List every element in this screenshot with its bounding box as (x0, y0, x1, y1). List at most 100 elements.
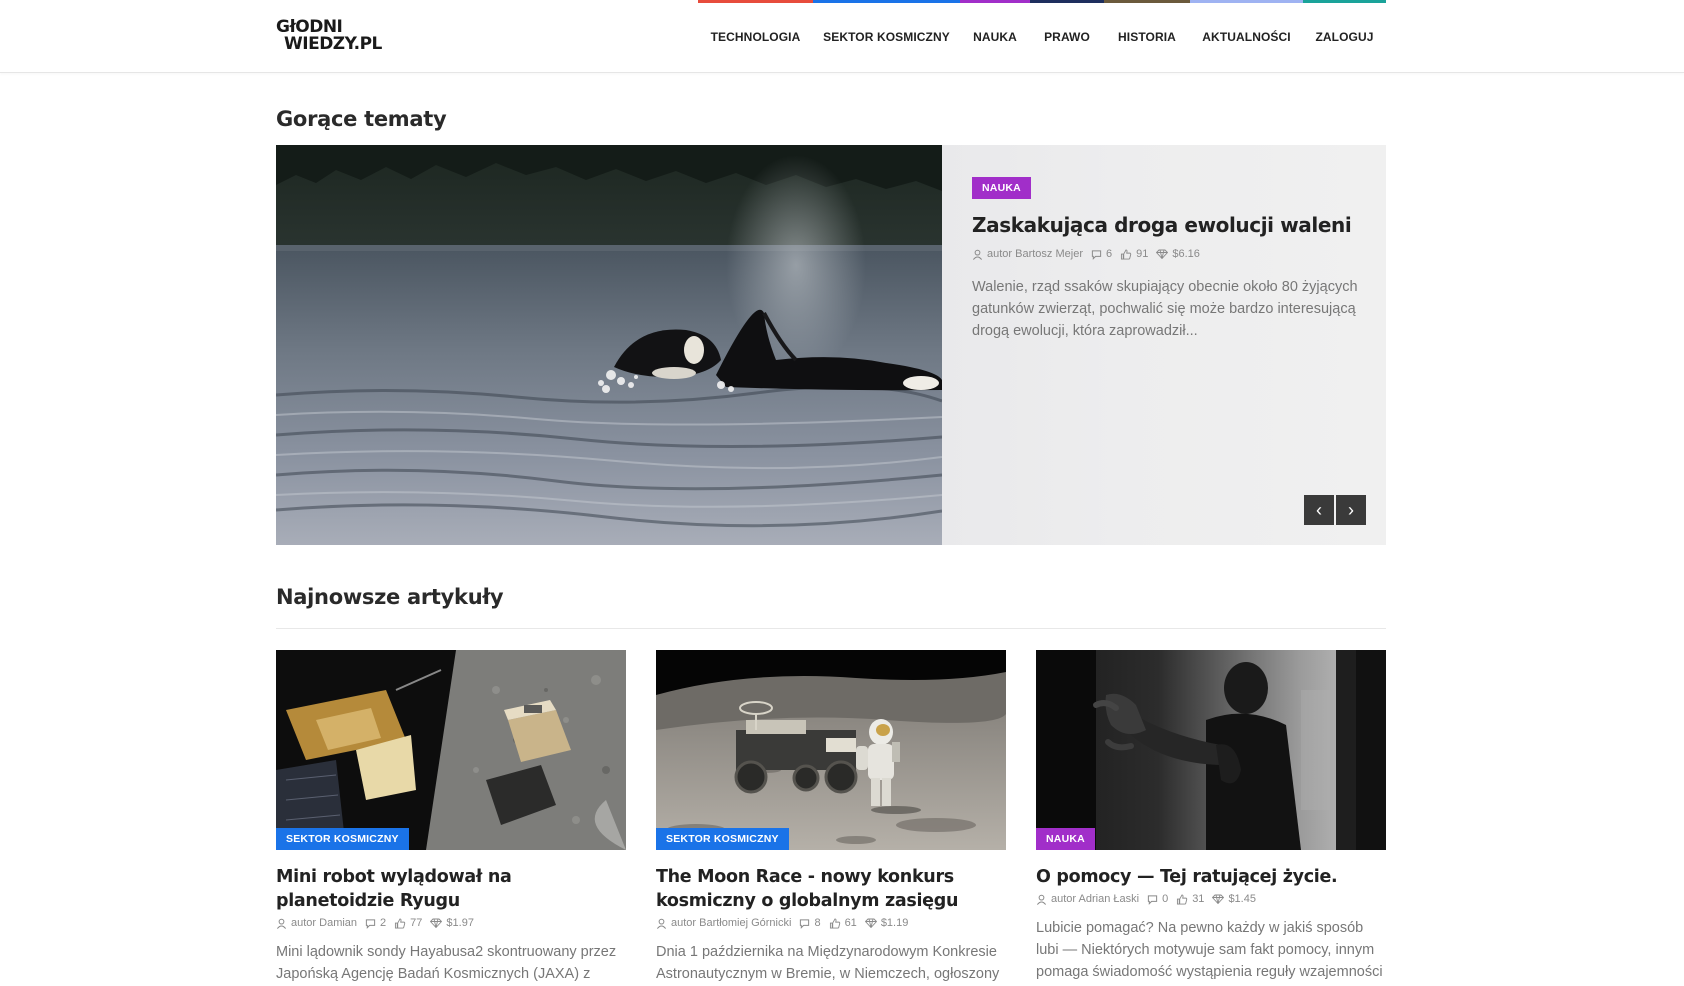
logo-tld: .PL (353, 34, 383, 54)
article-excerpt: Lubicie pomagać? Na pewno każdy w jakiś … (1036, 920, 1383, 980)
nav-item-label: ZALOGUJ (1315, 29, 1374, 44)
nav-item-prawo[interactable]: PRAWO (1030, 0, 1104, 73)
comment-icon (800, 918, 810, 929)
payout-value: $1.45 (1228, 893, 1256, 905)
nav-item-zaloguj[interactable]: ZALOGUJ (1303, 0, 1386, 73)
article-title[interactable]: O pomocy — Tej ratującej życie. (1036, 865, 1386, 889)
comment-count: 0 (1162, 893, 1169, 905)
diamond-icon (864, 918, 877, 928)
slider-prev-button[interactable]: ‹ (1304, 495, 1334, 525)
hero-text-panel: NAUKA Zaskakująca droga ewolucji waleni … (942, 145, 1386, 545)
site-logo[interactable]: GłODNI WIEDZY.PL (276, 19, 382, 55)
nav-item-technologia[interactable]: TECHNOLOGIA (698, 0, 813, 73)
helping-hand-image (1036, 650, 1386, 850)
hayabusa-image (276, 650, 626, 850)
likes-meta: 91 (1120, 248, 1148, 260)
moon-rover-image (656, 650, 1006, 850)
section-divider (276, 628, 1386, 629)
author-name[interactable]: autor Bartosz Mejer (987, 248, 1083, 260)
nav-accent-bar (1030, 0, 1104, 3)
value-meta: $1.97 (430, 917, 474, 929)
comments-meta: 8 (799, 917, 821, 929)
user-icon (1036, 894, 1047, 905)
article-card: NAUKA O pomocy — Tej ratującej życie. au… (1036, 650, 1386, 983)
comments-meta: 2 (365, 917, 386, 929)
article-image[interactable]: NAUKA (1036, 650, 1386, 850)
likes-meta: 77 (394, 917, 422, 929)
category-badge[interactable]: NAUKA (1036, 828, 1095, 850)
user-icon (656, 918, 667, 929)
logo-line2-text: WIEDZY (284, 34, 354, 54)
thumbs-up-icon (1177, 893, 1188, 905)
hot-topics-title: Gorące tematy (276, 107, 447, 131)
slider-next-button[interactable]: › (1336, 495, 1366, 525)
category-badge[interactable]: SEKTOR KOSMICZNY (656, 828, 789, 850)
comment-icon (1147, 894, 1158, 905)
nav-item-label: TECHNOLOGIA (710, 29, 801, 44)
nav-accent-bar (960, 0, 1030, 3)
hero-headline[interactable]: Zaskakująca droga ewolucji waleni (972, 213, 1372, 237)
nav-item-nauka[interactable]: NAUKA (960, 0, 1030, 73)
payout-value: $1.97 (446, 917, 474, 929)
article-meta: autor Bartłomiej Górnicki 8 61 $1.19 (656, 917, 1006, 929)
category-badge[interactable]: SEKTOR KOSMICZNY (276, 828, 409, 850)
logo-line2: WIEDZY.PL (284, 36, 382, 53)
comment-icon (365, 918, 376, 929)
value-meta: $1.45 (1212, 893, 1256, 905)
nav-item-label: AKTUALNOŚCI (1202, 29, 1291, 44)
payout-value: $6.16 (1172, 248, 1200, 260)
like-count: 77 (410, 917, 423, 929)
value-meta: $6.16 (1156, 248, 1200, 260)
nav-item-historia[interactable]: HISTORIA (1104, 0, 1190, 73)
chevron-right-icon: › (1348, 500, 1354, 520)
diamond-icon (1212, 894, 1225, 904)
site-header: GłODNI WIEDZY.PL TECHNOLOGIA SEKTOR KOSM… (0, 0, 1684, 73)
latest-articles-title: Najnowsze artykuły (276, 585, 504, 609)
comment-icon (1091, 249, 1102, 260)
nav-accent-bar (1190, 0, 1303, 3)
diamond-icon (430, 918, 443, 928)
hero-excerpt: Walenie, rząd ssaków skupiający obecnie … (972, 279, 1358, 339)
author-meta: autor Damian (276, 917, 357, 929)
author-name[interactable]: autor Damian (291, 917, 357, 929)
thumbs-up-icon (395, 917, 406, 929)
main-nav: TECHNOLOGIA SEKTOR KOSMICZNY NAUKA PRAWO… (698, 0, 1386, 73)
author-name[interactable]: autor Bartłomiej Górnicki (671, 917, 791, 929)
nav-item-aktualnosci[interactable]: AKTUALNOŚCI (1190, 0, 1303, 73)
author-meta: autor Bartosz Mejer (972, 248, 1083, 260)
hero-meta: autor Bartosz Mejer 6 91 $6.16 (972, 248, 1208, 260)
article-title[interactable]: Mini robot wylądował na planetoidzie Ryu… (276, 865, 626, 913)
article-card: SEKTOR KOSMICZNY Mini robot wylądował na… (276, 650, 626, 985)
article-excerpt: Mini lądownik sondy Hayabusa2 skontruowa… (276, 944, 617, 982)
payout-value: $1.19 (880, 917, 909, 929)
comment-count: 6 (1105, 248, 1113, 260)
article-image[interactable]: SEKTOR KOSMICZNY (276, 650, 626, 850)
nav-accent-bar (813, 0, 960, 3)
article-title[interactable]: The Moon Race - nowy konkurs kosmiczny o… (656, 865, 1006, 913)
user-icon (972, 249, 983, 260)
thumbs-up-icon (829, 917, 840, 929)
article-meta: autor Adrian Łaski 0 31 $1.45 (1036, 893, 1386, 905)
slider-controls: ‹ › (1302, 495, 1366, 525)
category-badge[interactable]: NAUKA (972, 177, 1031, 199)
likes-meta: 31 (1176, 893, 1204, 905)
nav-item-label: PRAWO (1044, 29, 1090, 44)
diamond-icon (1156, 249, 1169, 259)
nav-accent-bar (1303, 0, 1386, 3)
like-count: 61 (844, 917, 857, 929)
nav-item-sektor-kosmiczny[interactable]: SEKTOR KOSMICZNY (813, 0, 960, 73)
article-image[interactable]: SEKTOR KOSMICZNY (656, 650, 1006, 850)
nav-item-label: NAUKA (973, 29, 1017, 44)
user-icon (276, 918, 287, 929)
nav-accent-bar (698, 0, 813, 3)
likes-meta: 61 (829, 917, 857, 929)
nav-item-label: HISTORIA (1118, 29, 1176, 44)
like-count: 31 (1192, 893, 1205, 905)
comments-meta: 6 (1091, 248, 1112, 260)
hero-image[interactable] (276, 145, 942, 545)
author-name[interactable]: autor Adrian Łaski (1051, 893, 1139, 905)
comments-meta: 0 (1147, 893, 1168, 905)
article-excerpt: Dnia 1 października na Międzynarodowym K… (656, 944, 1000, 982)
article-meta: autor Damian 2 77 $1.97 (276, 917, 626, 929)
hot-topics-slider: NAUKA Zaskakująca droga ewolucji waleni … (276, 145, 1386, 545)
